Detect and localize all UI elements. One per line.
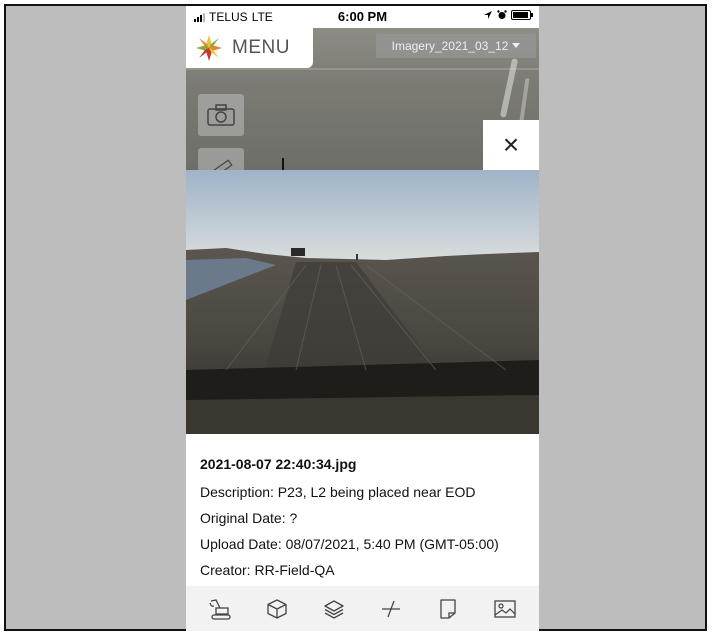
photo-creator: Creator: RR-Field-QA: [200, 562, 335, 578]
field-photo: [186, 170, 539, 434]
alarm-icon: [497, 10, 507, 19]
phone-screen: TELUS LTE 6:00 PM MENU Imagery_2021_03_1…: [186, 6, 539, 631]
excavator-icon: [209, 598, 232, 620]
nav-document-button[interactable]: [433, 594, 463, 624]
camera-button[interactable]: [198, 94, 244, 136]
nav-cube-button[interactable]: [262, 594, 292, 624]
nav-measure-button[interactable]: [376, 594, 406, 624]
layers-icon: [324, 599, 344, 619]
status-right: [483, 10, 533, 20]
photo-original-date: Original Date: ?: [200, 510, 298, 526]
camera-icon: [207, 104, 235, 126]
photo-filename: 2021-08-07 22:40:34.jpg: [200, 456, 357, 472]
menu-button[interactable]: MENU: [186, 28, 313, 68]
bottom-toolbar: [186, 586, 539, 631]
nav-image-button[interactable]: [490, 594, 520, 624]
document-icon: [440, 598, 456, 619]
ruler-icon: [211, 159, 233, 170]
close-button[interactable]: ×: [483, 120, 539, 170]
ruler-button[interactable]: [198, 148, 244, 170]
photo-upload-date: Upload Date: 08/07/2021, 5:40 PM (GMT-05…: [200, 536, 499, 552]
image-icon: [493, 599, 516, 618]
nav-excavator-button[interactable]: [205, 594, 235, 624]
measure-icon: [381, 600, 400, 617]
nav-layers-button[interactable]: [319, 594, 349, 624]
photo-description: Description: P23, L2 being placed near E…: [200, 484, 476, 500]
imagery-selected-value: Imagery_2021_03_12: [391, 39, 509, 53]
cube-icon: [267, 598, 287, 619]
status-bar: TELUS LTE 6:00 PM: [186, 6, 539, 28]
chevron-down-icon: [512, 43, 521, 48]
photo-info-panel: 2021-08-07 22:40:34.jpg Description: P23…: [186, 434, 539, 586]
logo-icon: [196, 35, 222, 61]
imagery-dropdown[interactable]: Imagery_2021_03_12: [376, 34, 536, 58]
battery-icon: [511, 10, 533, 20]
menu-label: MENU: [232, 37, 290, 58]
location-arrow-icon: [484, 11, 492, 19]
